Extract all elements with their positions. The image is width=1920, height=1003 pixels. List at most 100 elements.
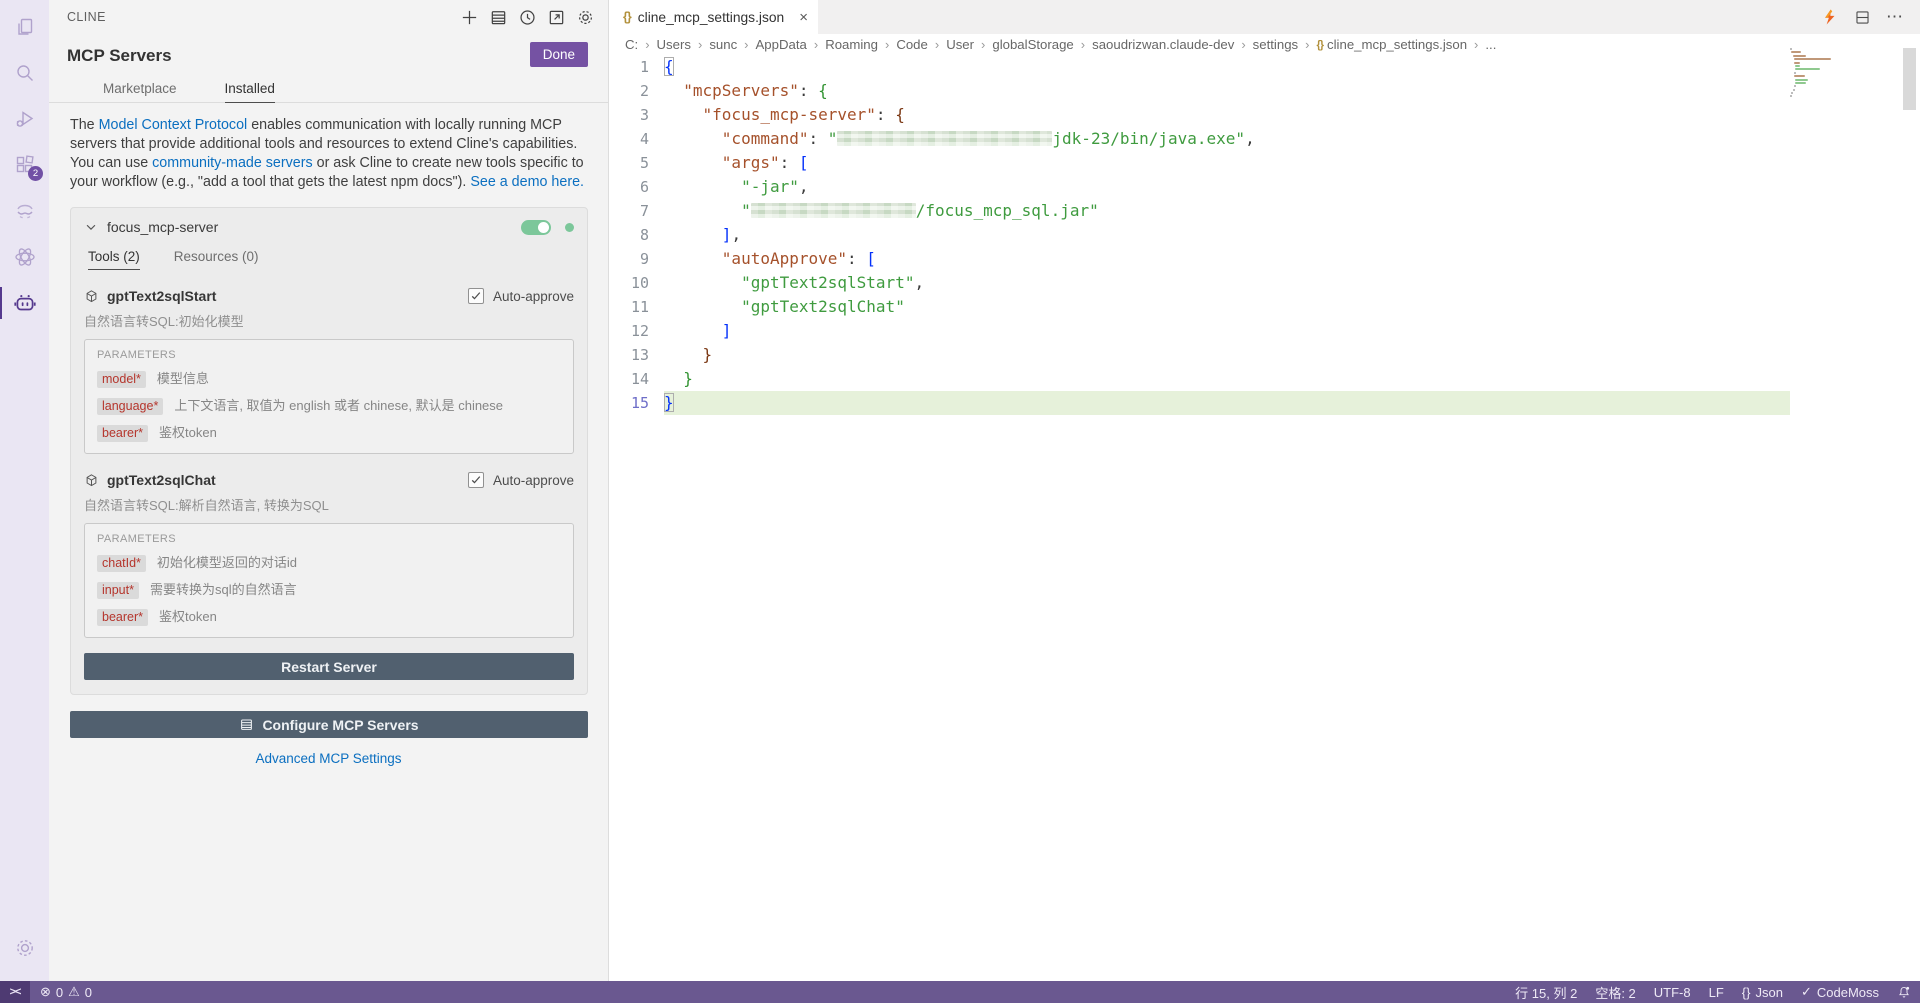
param-desc: 需要转换为sql的自然语言 [149,582,297,598]
more-actions-icon[interactable]: ⋯ [1886,7,1904,27]
breadcrumb-item[interactable]: Users [657,37,691,52]
split-editor-icon[interactable] [1854,9,1871,26]
history-icon[interactable] [516,6,538,28]
line-number[interactable]: 5 [610,151,664,175]
model-context-protocol-link[interactable]: Model Context Protocol [99,117,248,133]
plus-icon[interactable] [458,6,480,28]
code-line[interactable]: 11 "gptText2sqlChat" [610,295,1920,319]
auto-approve-checkbox[interactable] [467,288,484,305]
indentation[interactable]: 空格: 2 [1586,983,1644,1002]
community-made-servers-link[interactable]: community-made servers [152,155,312,171]
code-line[interactable]: 13 } [610,343,1920,367]
code-line[interactable]: 9 "autoApprove": [ [610,247,1920,271]
code-line[interactable]: 5 "args": [ [610,151,1920,175]
server-header[interactable]: focus_mcp-server [84,219,574,235]
breadcrumb-item[interactable]: User [946,37,974,52]
breadcrumb-item[interactable]: AppData [756,37,807,52]
line-number[interactable]: 10 [610,271,664,295]
editor-tab-bar: {} cline_mcp_settings.json × ⋯ [610,0,1920,34]
param-name: language* [97,398,164,416]
code-line[interactable]: 2 "mcpServers": { [610,79,1920,103]
auto-approve-checkbox[interactable] [467,472,484,489]
breadcrumb-item[interactable]: C: [625,37,638,52]
breadcrumb-separator: › [981,37,986,52]
line-number[interactable]: 13 [610,343,664,367]
restart-server-button[interactable]: Restart Server [84,653,574,681]
extensions-icon[interactable]: 2 [0,142,49,188]
breadcrumb-item[interactable]: saoudrizwan.claude-dev [1092,37,1234,52]
param-row: chatId* 初始化模型返回的对话id [97,552,561,573]
tab-marketplace[interactable]: Marketplace [103,81,177,102]
breadcrumb-file[interactable]: {} cline_mcp_settings.json [1316,37,1467,52]
openai-extension-icon[interactable] [0,234,49,280]
warning-count: 0 [84,984,93,1000]
server-enabled-toggle[interactable] [521,219,551,235]
code-line[interactable]: 1{ [610,55,1920,79]
advanced-mcp-settings-link[interactable]: Advanced MCP Settings [255,751,401,766]
notifications-bell-icon[interactable] [1888,985,1920,999]
code-line[interactable]: 6 "-jar", [610,175,1920,199]
close-icon[interactable]: × [799,9,808,26]
code-line[interactable]: 8 ], [610,223,1920,247]
configure-mcp-servers-button[interactable]: Configure MCP Servers [70,711,588,739]
server-tabs: Tools (2) Resources (0) [88,249,574,271]
line-number[interactable]: 7 [610,199,664,223]
code-line[interactable]: 3 "focus_mcp-server": { [610,103,1920,127]
tab-resources[interactable]: Resources (0) [174,249,259,270]
cline-robot-icon[interactable] [0,280,49,326]
line-number[interactable]: 6 [610,175,664,199]
breadcrumb-item[interactable]: globalStorage [992,37,1073,52]
line-number[interactable]: 1 [610,55,664,79]
minimap[interactable] [1790,48,1850,99]
remote-window-icon[interactable]: >< [0,981,30,1003]
line-number[interactable]: 9 [610,247,664,271]
line-number[interactable]: 12 [610,319,664,343]
param-name: bearer* [97,609,148,627]
line-number[interactable]: 11 [610,295,664,319]
line-number[interactable]: 14 [610,367,664,391]
editor-scrollbar-thumb[interactable] [1903,48,1916,110]
settings-gear-icon[interactable] [0,925,49,971]
wave-extension-icon[interactable] [0,188,49,234]
tab-cline-mcp-settings[interactable]: {} cline_mcp_settings.json × [610,0,818,34]
breadcrumb-item[interactable]: Roaming [825,37,878,52]
run-debug-icon[interactable] [0,96,49,142]
see-demo-link[interactable]: See a demo here. [470,174,584,190]
eol-sequence[interactable]: LF [1700,985,1733,1000]
page-title: MCP Servers [67,46,172,65]
code-line[interactable]: 10 "gptText2sqlStart", [610,271,1920,295]
code-line[interactable]: 4 "command": " jdk-23/bin/java.exe", [610,127,1920,151]
cursor-position[interactable]: 行 15, 列 2 [1506,983,1586,1002]
line-number[interactable]: 2 [610,79,664,103]
mcp-servers-icon[interactable] [487,6,509,28]
line-number[interactable]: 8 [610,223,664,247]
codemoss-logo-icon[interactable] [1821,8,1839,26]
breadcrumb-item[interactable]: ... [1485,37,1496,52]
settings-gear-icon[interactable] [574,6,596,28]
line-number[interactable]: 15 [610,391,664,415]
parameters-label: PARAMETERS [97,533,176,546]
search-icon[interactable] [0,50,49,96]
breadcrumb-item[interactable]: settings [1253,37,1298,52]
breadcrumb-item[interactable]: Code [896,37,928,52]
code-line[interactable]: 7 "/focus_mcp_sql.jar" [610,199,1920,223]
codemoss-status[interactable]: ✓ CodeMoss [1792,984,1888,1000]
line-number[interactable]: 4 [610,127,664,151]
error-count: 0 [55,984,64,1000]
explorer-icon[interactable] [0,4,49,50]
breadcrumb-item[interactable]: sunc [709,37,737,52]
breadcrumb-separator: › [934,37,940,52]
code-line[interactable]: 12 ] [610,319,1920,343]
done-button[interactable]: Done [529,42,588,67]
open-in-editor-icon[interactable] [545,6,567,28]
tab-installed[interactable]: Installed [224,81,275,103]
code-area[interactable]: 1{2 "mcpServers": {3 "focus_mcp-server":… [610,55,1920,415]
language-mode[interactable]: {} Json [1733,985,1792,1000]
mcp-description: The Model Context Protocol enables commu… [70,116,586,191]
code-line[interactable]: 14 } [610,367,1920,391]
tab-tools[interactable]: Tools (2) [88,249,140,271]
encoding[interactable]: UTF-8 [1645,985,1700,1000]
problems-indicator[interactable]: ⊗ 0 ⚠ 0 [30,984,102,1000]
line-number[interactable]: 3 [610,103,664,127]
code-line[interactable]: 15} [610,391,1920,415]
